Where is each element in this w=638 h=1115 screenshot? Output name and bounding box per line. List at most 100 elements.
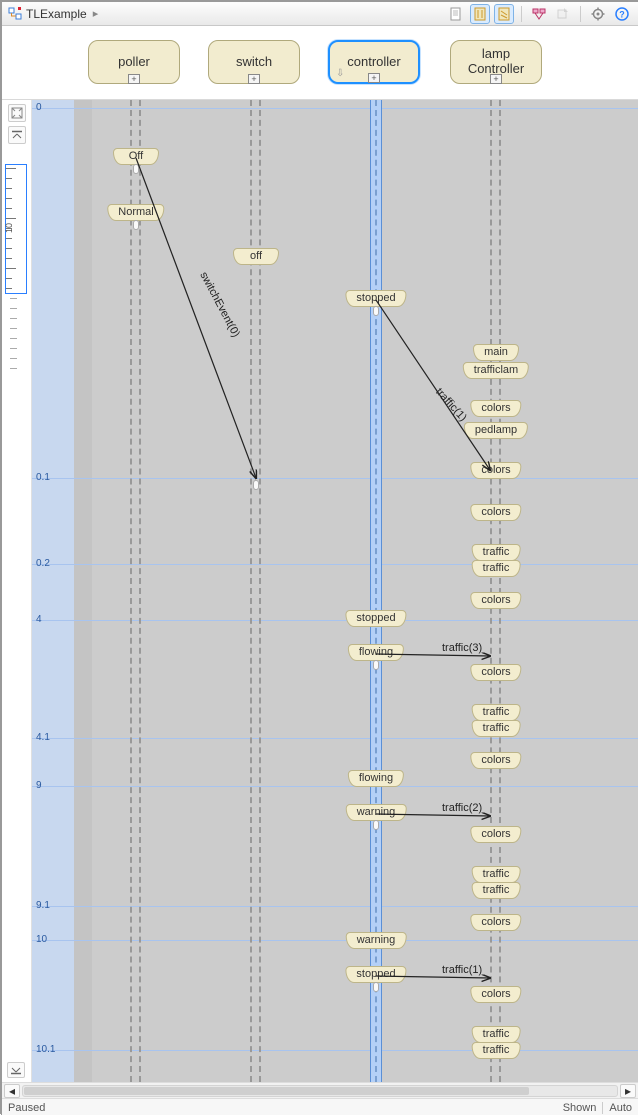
state-badge[interactable]: Normal <box>107 204 164 221</box>
state-badge[interactable]: traffic <box>472 704 521 721</box>
time-label: 10 <box>36 934 47 945</box>
sequence-canvas[interactable]: 00.10.244.199.11010.1 OffNormaloffstoppe… <box>32 100 638 1082</box>
state-badge[interactable]: main <box>473 344 519 361</box>
view-lifelines-icon[interactable] <box>470 4 490 24</box>
view-sequence-icon[interactable] <box>494 4 514 24</box>
gear-icon[interactable] <box>588 4 608 24</box>
lifeline-lampcontroller[interactable] <box>491 100 503 1082</box>
time-ruler[interactable]: 10 <box>5 164 27 294</box>
state-badge[interactable]: traffic <box>472 1026 521 1043</box>
state-badge[interactable]: pedlamp <box>464 422 528 439</box>
time-label: 0.1 <box>36 472 50 483</box>
state-badge[interactable]: traffic <box>472 544 521 561</box>
state-badge[interactable]: stopped <box>345 610 406 627</box>
activation-dot <box>133 164 139 174</box>
state-badge[interactable]: traffic <box>472 866 521 883</box>
lifeline-poller[interactable] <box>131 100 143 1082</box>
state-badge[interactable]: traffic <box>472 882 521 899</box>
status-shown[interactable]: Shown <box>563 1102 597 1114</box>
svg-text:?: ? <box>619 9 625 19</box>
pin-icon: ⇩ <box>336 68 344 80</box>
state-badge[interactable]: warning <box>346 804 407 821</box>
lifeline-head-poller[interactable]: poller + <box>88 40 180 84</box>
collapse-down-icon[interactable] <box>7 1062 25 1078</box>
scroll-right-icon[interactable]: ▸ <box>620 1084 636 1098</box>
state-badge[interactable]: stopped <box>345 290 406 307</box>
expand-handle-icon[interactable]: + <box>490 74 502 84</box>
toolbar-separator <box>521 6 522 22</box>
activation-dot <box>373 982 379 992</box>
message-label[interactable]: traffic(2) <box>442 802 482 814</box>
message-label[interactable]: traffic(3) <box>442 642 482 654</box>
activation-dot <box>373 660 379 670</box>
toolbar-separator <box>580 6 581 22</box>
state-badge[interactable]: traffic <box>472 720 521 737</box>
message-label[interactable]: traffic(1) <box>442 964 482 976</box>
time-gridline <box>32 1050 638 1051</box>
state-badge[interactable]: trafficlam <box>463 362 529 379</box>
state-badge[interactable]: colors <box>470 462 521 479</box>
grid-area: 00.10.244.199.11010.1 <box>32 100 638 1082</box>
status-bar: Paused Shown Auto <box>2 1098 638 1115</box>
lifeline-label: lamp Controller <box>468 47 524 77</box>
state-badge[interactable]: flowing <box>348 770 404 787</box>
collapse-up-icon[interactable] <box>8 126 26 144</box>
time-label: 4 <box>36 614 42 625</box>
time-gridline <box>32 940 638 941</box>
scroll-left-icon[interactable]: ◂ <box>4 1084 20 1098</box>
state-badge[interactable]: stopped <box>345 966 406 983</box>
state-badge[interactable]: Off <box>113 148 159 165</box>
lifeline-head-controller[interactable]: controller ⇩ + <box>328 40 420 84</box>
state-badge[interactable]: warning <box>346 932 407 949</box>
scroll-track[interactable] <box>22 1085 618 1097</box>
state-badge[interactable]: colors <box>470 664 521 681</box>
time-label: 10.1 <box>36 1044 55 1055</box>
scroll-thumb[interactable] <box>24 1087 529 1095</box>
state-badge[interactable]: colors <box>470 826 521 843</box>
activation-dot <box>373 306 379 316</box>
left-gutter: 10 <box>2 100 32 1082</box>
breadcrumb-title[interactable]: TLExample <box>26 7 87 21</box>
lifeline-label: switch <box>236 55 272 70</box>
document-icon[interactable] <box>446 4 466 24</box>
filter-icon[interactable] <box>529 4 549 24</box>
time-gridline <box>32 738 638 739</box>
time-gridline <box>32 108 638 109</box>
lifeline-header-row: poller + switch + controller ⇩ + lamp Co… <box>2 26 638 100</box>
time-label: 0.2 <box>36 558 50 569</box>
state-badge[interactable]: off <box>233 248 279 265</box>
time-gridline <box>32 564 638 565</box>
export-icon <box>553 4 573 24</box>
help-icon[interactable]: ? <box>612 4 632 24</box>
activation-dot <box>133 220 139 230</box>
toolbar: TLExample ▸ ? <box>2 2 638 26</box>
lifeline-head-lampcontroller[interactable]: lamp Controller + <box>450 40 542 84</box>
time-gridline <box>32 906 638 907</box>
chevron-right-icon[interactable]: ▸ <box>91 7 101 20</box>
status-left: Paused <box>8 1102 45 1114</box>
state-badge[interactable]: traffic <box>472 560 521 577</box>
state-badge[interactable]: colors <box>470 752 521 769</box>
expand-handle-icon[interactable]: + <box>368 73 380 83</box>
status-separator <box>602 1102 603 1114</box>
expand-handle-icon[interactable]: + <box>248 74 260 84</box>
state-badge[interactable]: colors <box>470 986 521 1003</box>
lifeline-label: poller <box>118 55 150 70</box>
state-badge[interactable]: colors <box>470 504 521 521</box>
state-badge[interactable]: colors <box>470 914 521 931</box>
expand-handle-icon[interactable]: + <box>128 74 140 84</box>
time-gridline <box>32 620 638 621</box>
time-label: 9 <box>36 780 42 791</box>
state-badge[interactable]: colors <box>470 592 521 609</box>
lifeline-head-switch[interactable]: switch + <box>208 40 300 84</box>
state-badge[interactable]: flowing <box>348 644 404 661</box>
activation-dot <box>253 480 259 490</box>
fit-view-icon[interactable] <box>8 104 26 122</box>
status-auto[interactable]: Auto <box>609 1102 632 1114</box>
state-badge[interactable]: colors <box>470 400 521 417</box>
time-label: 0 <box>36 102 42 113</box>
lifeline-label: controller <box>347 55 400 70</box>
time-label: 4.1 <box>36 732 50 743</box>
horizontal-scrollbar[interactable]: ◂ ▸ <box>2 1082 638 1098</box>
state-badge[interactable]: traffic <box>472 1042 521 1059</box>
